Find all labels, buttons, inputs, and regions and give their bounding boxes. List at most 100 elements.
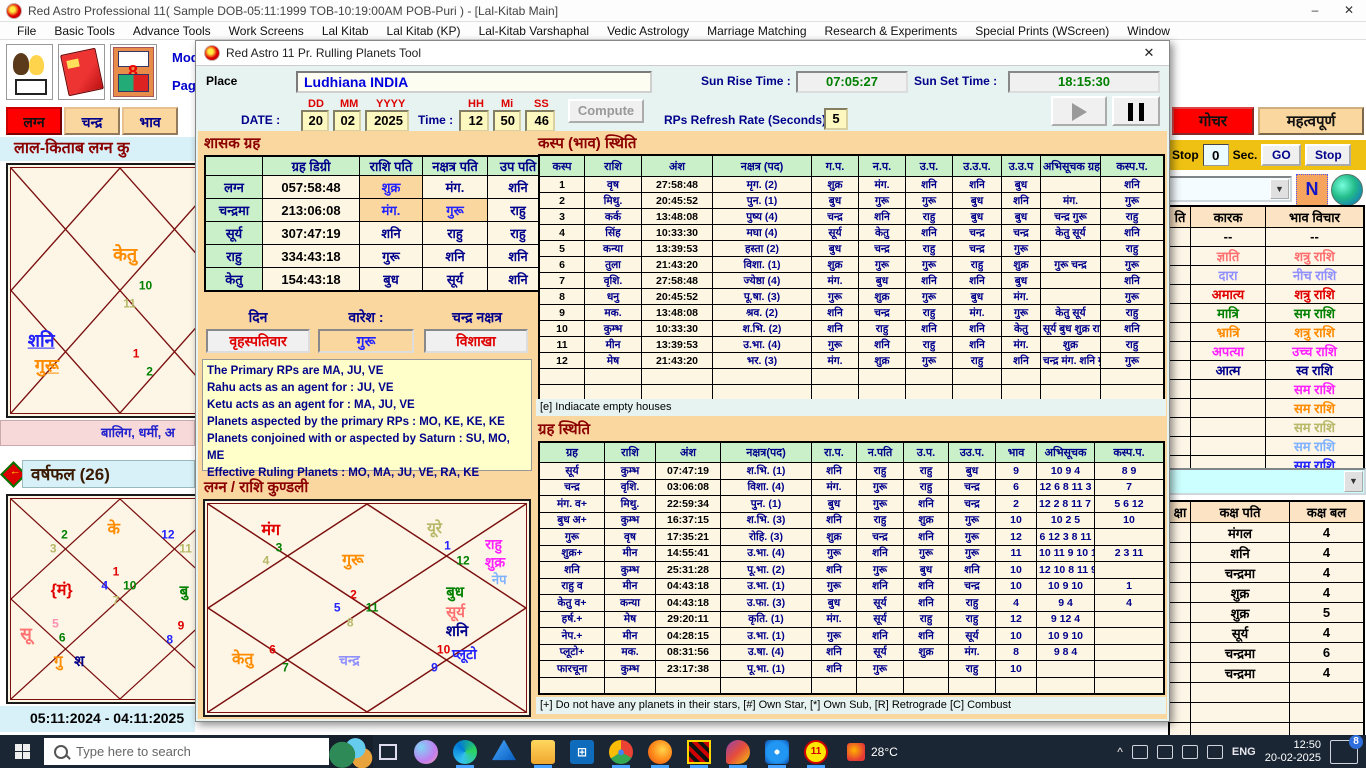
table-cell: चन्द्र bbox=[949, 479, 996, 496]
varshphal-nav-icon[interactable] bbox=[1, 462, 23, 486]
file-explorer-icon[interactable] bbox=[530, 735, 556, 768]
stop-button[interactable]: Stop bbox=[1305, 144, 1351, 166]
menu-item[interactable]: File bbox=[8, 24, 45, 38]
table-row: चन्द्रवृशि.03:06:08विशा. (4)मंग.गुरूराहु… bbox=[539, 479, 1164, 496]
taskbar: Type here to search ⊞ ● 11 28°C ^ ENG 12:5… bbox=[0, 735, 1366, 768]
table-cell: 20:45:52 bbox=[642, 193, 713, 209]
dialog-close-icon[interactable]: ✕ bbox=[1137, 43, 1161, 63]
table-cell: कुम्भ bbox=[605, 661, 656, 678]
firefox-icon[interactable] bbox=[647, 735, 673, 768]
table-row: लग्न057:58:48शुक्रमंग.शनिशनि bbox=[205, 176, 549, 199]
go-button[interactable]: GO bbox=[1261, 144, 1301, 166]
table-cell: शनि bbox=[1191, 543, 1290, 563]
table-cell: शनि bbox=[812, 661, 857, 678]
photos-app-icon[interactable] bbox=[764, 735, 790, 768]
seconds-input[interactable] bbox=[1203, 144, 1229, 166]
table-header-row: क्षाकक्ष पतिकक्ष बल bbox=[1169, 501, 1364, 523]
mahatvapurna-button[interactable]: महत्वपूर्ण bbox=[1258, 107, 1364, 135]
windows-logo-icon bbox=[15, 744, 30, 759]
task-view-button[interactable] bbox=[373, 735, 403, 768]
menu-item[interactable]: Window bbox=[1118, 24, 1179, 38]
volume-icon[interactable] bbox=[1182, 745, 1198, 759]
lal-kitab-app-icon[interactable] bbox=[686, 735, 712, 768]
chevron-down-icon[interactable]: ▼ bbox=[1344, 471, 1363, 492]
kasp-note: [e] Indiacate empty houses bbox=[536, 399, 1166, 416]
chevron-down-icon[interactable]: ▼ bbox=[1270, 179, 1289, 199]
taskbar-clock[interactable]: 12:50 20-02-2025 bbox=[1265, 739, 1321, 765]
yyyy-input[interactable]: 2025 bbox=[365, 110, 409, 132]
table-cell: कुम्भ bbox=[585, 321, 642, 337]
compute-button[interactable]: Compute bbox=[568, 99, 644, 123]
table-cell bbox=[721, 677, 812, 694]
red-astro-11-icon[interactable]: 11 bbox=[803, 735, 829, 768]
mi-input[interactable]: 50 bbox=[493, 110, 521, 132]
menu-item[interactable]: Lal-Kitab Varshaphal bbox=[470, 24, 599, 38]
dd-input[interactable]: 20 bbox=[301, 110, 329, 132]
edge-icon[interactable] bbox=[452, 735, 478, 768]
weather-status[interactable]: 28°C bbox=[847, 743, 898, 761]
close-button[interactable]: ✕ bbox=[1332, 0, 1366, 21]
ss-input[interactable]: 46 bbox=[525, 110, 555, 132]
table-cell: शनि bbox=[906, 321, 953, 337]
taskbar-search[interactable]: Type here to search bbox=[44, 738, 329, 765]
onedrive-icon[interactable] bbox=[491, 735, 517, 768]
table-cell: केतु bbox=[205, 268, 263, 292]
menu-item[interactable]: Vedic Astrology bbox=[598, 24, 698, 38]
gochar-button[interactable]: गोचर bbox=[1172, 107, 1254, 135]
rps-input[interactable]: 5 bbox=[824, 108, 848, 130]
tray-expand-icon[interactable]: ^ bbox=[1117, 745, 1123, 759]
table-cell: 21:43:20 bbox=[642, 353, 713, 369]
n-tool-icon[interactable]: N bbox=[1296, 174, 1328, 206]
place-input[interactable]: Ludhiana INDIA bbox=[296, 71, 652, 93]
pause-button[interactable] bbox=[1112, 96, 1160, 126]
keyboard-icon[interactable] bbox=[1207, 745, 1223, 759]
table-cell: गुरू bbox=[906, 353, 953, 369]
ms-store-icon[interactable]: ⊞ bbox=[569, 735, 595, 768]
play-button[interactable] bbox=[1051, 96, 1107, 126]
paint-app-icon[interactable] bbox=[725, 735, 751, 768]
menu-item[interactable]: Marriage Matching bbox=[698, 24, 815, 38]
transit-control-strip: Stop Sec. GO Stop bbox=[1168, 140, 1366, 170]
network-icon[interactable] bbox=[1157, 745, 1173, 759]
notification-center-icon[interactable]: 8 bbox=[1330, 740, 1358, 764]
people-tool-icon[interactable] bbox=[6, 44, 53, 100]
minimize-button[interactable]: – bbox=[1298, 0, 1332, 21]
table-cell: राहु bbox=[1101, 337, 1165, 353]
table-cell: शनि bbox=[904, 496, 949, 513]
weather-widget-image[interactable] bbox=[329, 735, 373, 768]
tab-chandra[interactable]: चन्द्र bbox=[64, 107, 120, 135]
table-cell: सूर्य bbox=[205, 222, 263, 245]
globe-icon[interactable] bbox=[1331, 174, 1363, 206]
table-cell: राहु bbox=[953, 353, 1002, 369]
menu-item[interactable]: Lal Kitab (KP) bbox=[378, 24, 470, 38]
menu-item[interactable]: Research & Experiments bbox=[816, 24, 967, 38]
table-row: राहु334:43:18गुरूशनिशनिचन्द्र bbox=[205, 245, 549, 268]
table-cell: 16:37:15 bbox=[656, 512, 721, 529]
tab-lagna[interactable]: लग्न bbox=[6, 107, 62, 135]
menu-item[interactable]: Basic Tools bbox=[45, 24, 123, 38]
table-row: चन्द्रमा6 bbox=[1169, 643, 1364, 663]
language-indicator[interactable]: ENG bbox=[1232, 746, 1256, 758]
toolbar-label-pag: Pag bbox=[172, 78, 196, 93]
chart-label: शनि bbox=[28, 328, 55, 352]
bottom-dropdown[interactable]: ▼ bbox=[1168, 468, 1366, 495]
phone-link-icon[interactable] bbox=[1132, 745, 1148, 759]
chart-label: केतु bbox=[232, 646, 253, 668]
menu-item[interactable]: Lal Kitab bbox=[313, 24, 378, 38]
table-cell: पुन. (1) bbox=[713, 193, 812, 209]
planet-dropdown[interactable]: ▼ bbox=[1168, 176, 1292, 202]
chrome-icon[interactable]: ● bbox=[608, 735, 634, 768]
tab-bhava[interactable]: भाव bbox=[122, 107, 178, 135]
start-button[interactable] bbox=[0, 735, 44, 768]
table-cell: चन्द्र गुरू bbox=[1041, 209, 1101, 225]
table-cell: लग्न bbox=[205, 176, 263, 199]
menu-item[interactable]: Special Prints (WScreen) bbox=[966, 24, 1118, 38]
menu-item[interactable]: Advance Tools bbox=[124, 24, 220, 38]
copilot-icon[interactable] bbox=[413, 735, 439, 768]
mm-input[interactable]: 02 bbox=[333, 110, 361, 132]
menu-item[interactable]: Work Screens bbox=[220, 24, 313, 38]
book-tool-icon[interactable] bbox=[58, 44, 105, 100]
hh-input[interactable]: 12 bbox=[459, 110, 489, 132]
calendar-tool-icon[interactable]: 8 bbox=[110, 44, 157, 100]
table-cell: राहु bbox=[1101, 305, 1165, 321]
